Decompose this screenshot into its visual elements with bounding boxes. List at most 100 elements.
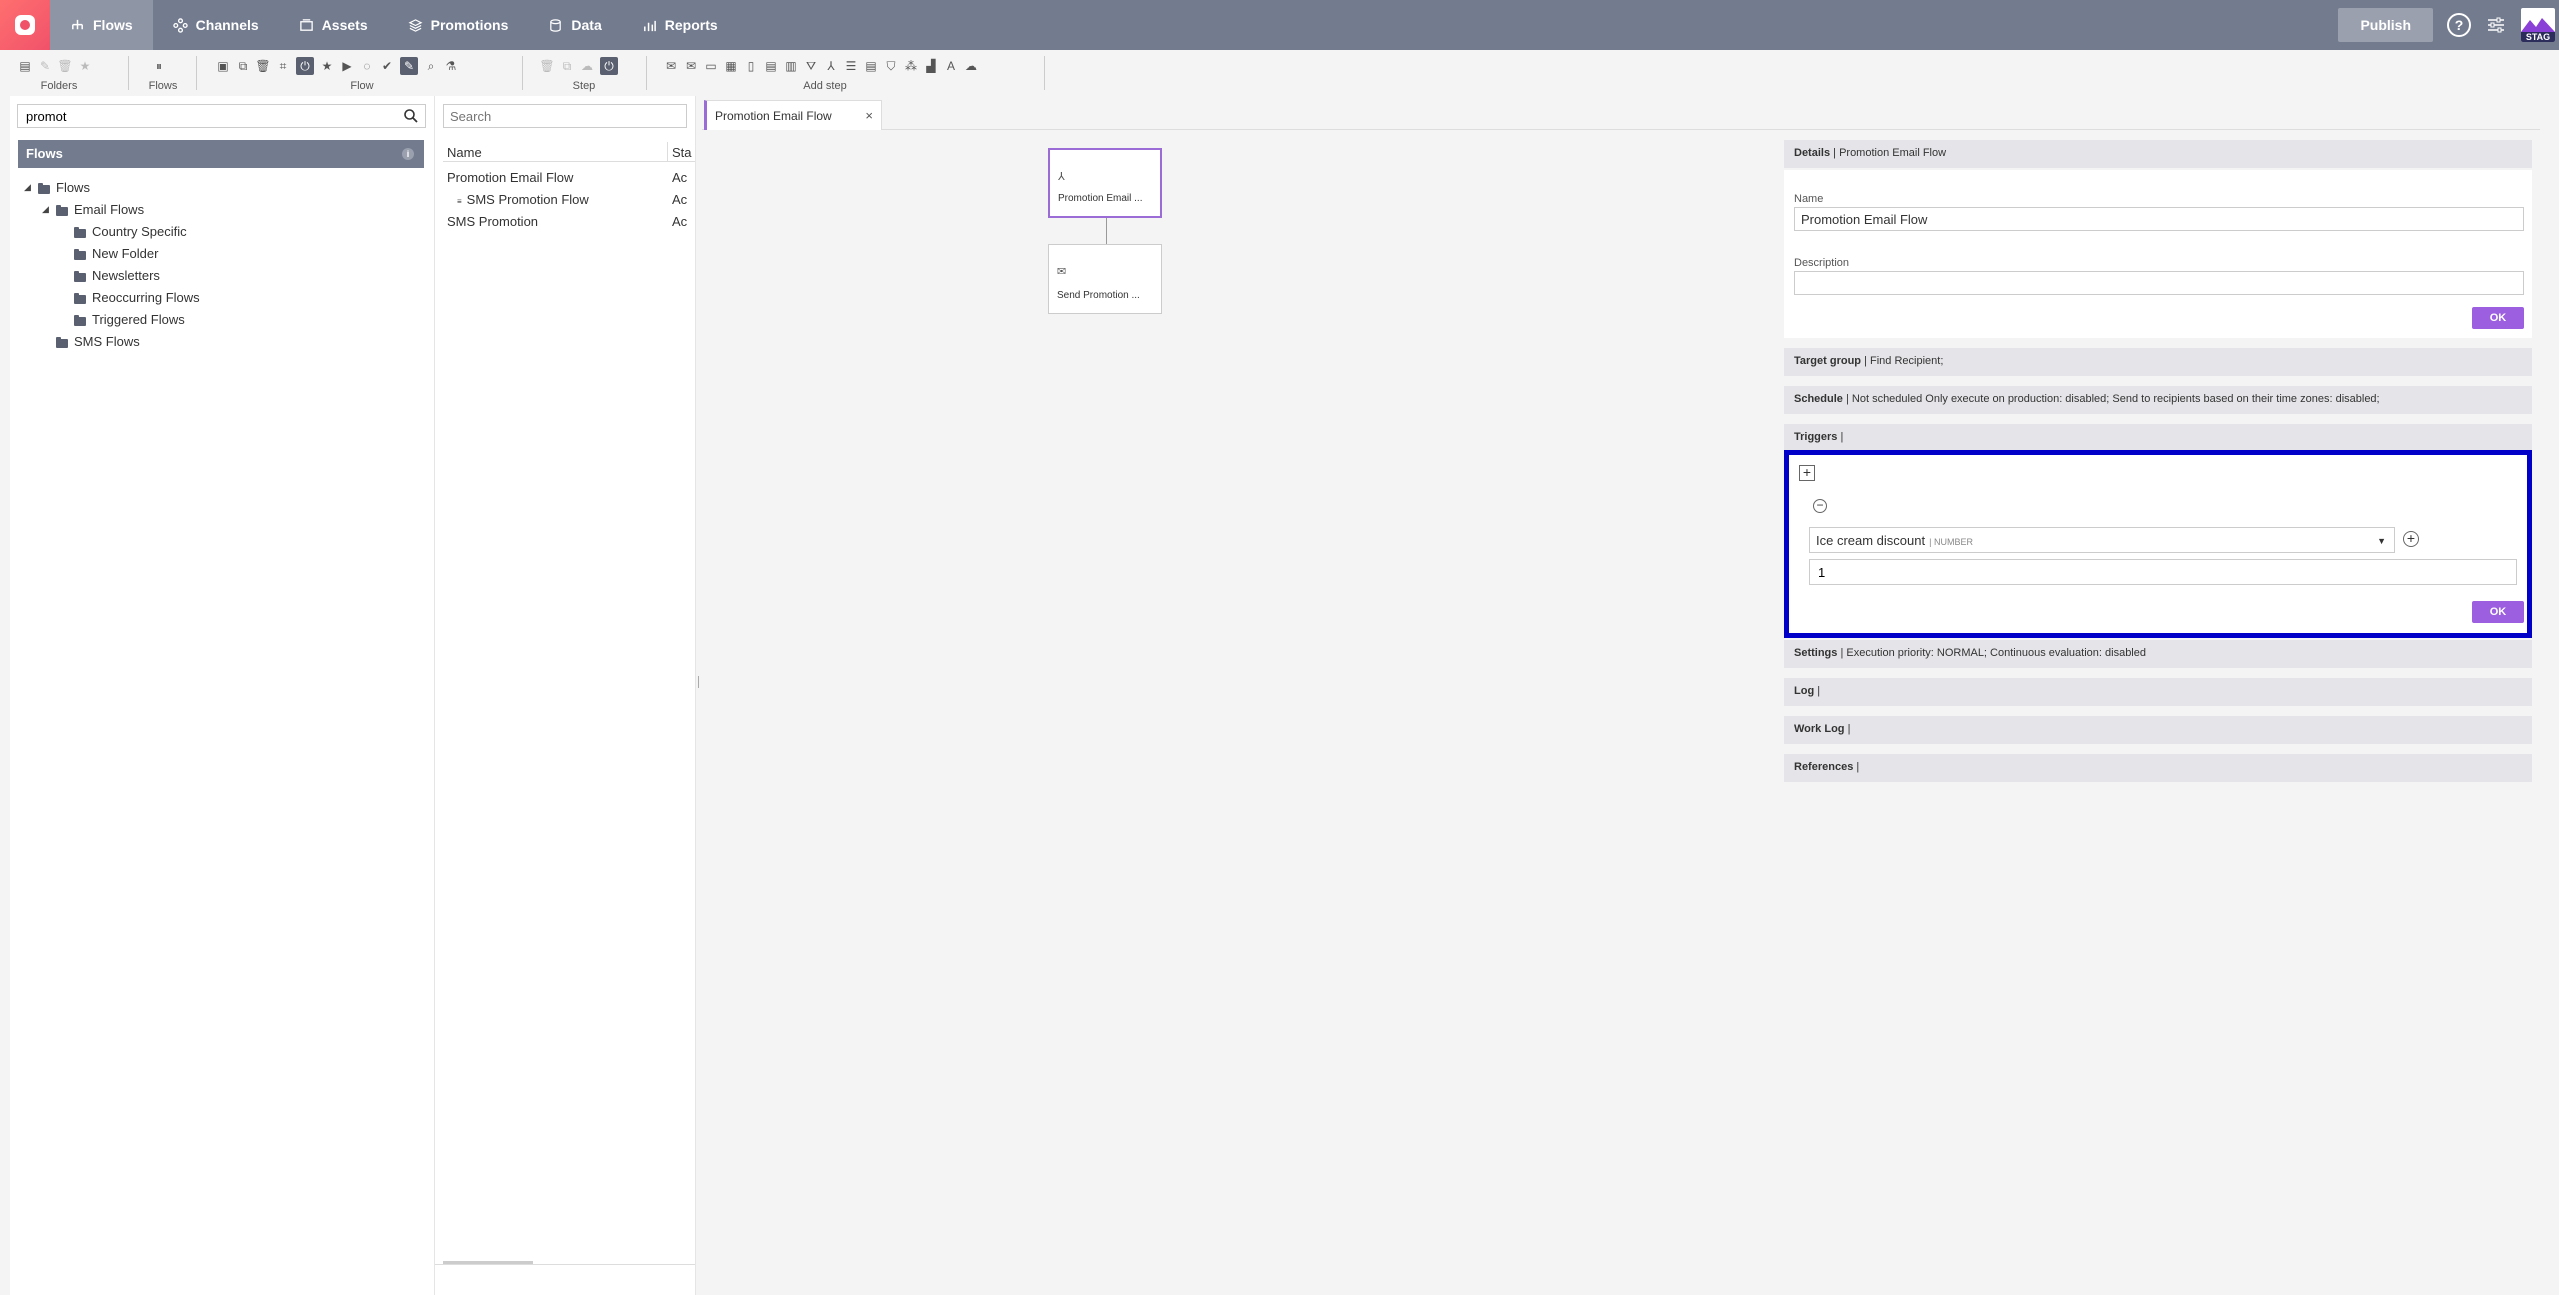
- nav-assets[interactable]: Assets: [279, 0, 388, 50]
- trash-icon[interactable]: 🗑: [255, 59, 270, 73]
- tree-node-label: Country Specific: [92, 223, 187, 239]
- details-ok-button[interactable]: OK: [2472, 307, 2524, 329]
- flow-node-start[interactable]: ⅄ Promotion Email ...: [1048, 148, 1162, 218]
- save-icon[interactable]: ▣: [216, 59, 230, 73]
- delete-icon[interactable]: 🗑: [57, 59, 72, 73]
- step-paste-icon[interactable]: ☁: [580, 59, 594, 73]
- add-page-icon[interactable]: ▭: [704, 59, 718, 73]
- trigger-field-select[interactable]: Ice cream discount | NUMBER ▼: [1809, 527, 2395, 553]
- flask-icon[interactable]: ⚗: [444, 59, 458, 73]
- tree-node-label: Email Flows: [74, 201, 145, 217]
- schedule-section-header[interactable]: Schedule | Not scheduled Only execute on…: [1784, 386, 2532, 414]
- nav-flows[interactable]: Flows: [50, 0, 153, 50]
- work-log-section-header[interactable]: Work Log |: [1784, 716, 2532, 744]
- environment-badge[interactable]: STAG: [2521, 8, 2555, 42]
- triggers-ok-button[interactable]: OK: [2472, 601, 2524, 623]
- power-icon[interactable]: ⏻: [296, 57, 314, 75]
- add-shield-icon[interactable]: ⛉: [884, 59, 898, 73]
- log-section-header[interactable]: Log |: [1784, 678, 2532, 706]
- details-section-header[interactable]: Details | Promotion Email Flow: [1784, 140, 2532, 168]
- nav-reports[interactable]: Reports: [622, 0, 738, 50]
- split-icon[interactable]: ⌗: [276, 59, 290, 73]
- flow-canvas[interactable]: ⅄ Promotion Email ... ✉ Send Promotion .…: [702, 131, 1782, 1291]
- close-icon[interactable]: ×: [865, 108, 873, 123]
- add-document-icon[interactable]: ▤: [864, 59, 878, 73]
- settings-sliders-icon[interactable]: [2485, 14, 2507, 36]
- check-icon[interactable]: ✔: [380, 59, 394, 73]
- name-input[interactable]: [1794, 207, 2524, 231]
- triggers-section-header[interactable]: Triggers |: [1784, 424, 2532, 452]
- add-sms-icon[interactable]: ✉: [684, 59, 698, 73]
- tree-node-triggered-flows[interactable]: Triggered Flows: [24, 308, 424, 330]
- new-file-icon[interactable]: ▤: [18, 59, 32, 73]
- bulb-icon[interactable]: ◌: [360, 59, 374, 73]
- tree-node-new-folder[interactable]: New Folder: [24, 242, 424, 264]
- tree-node-country-specific[interactable]: Country Specific: [24, 220, 424, 242]
- add-trigger-icon[interactable]: +: [1799, 465, 1815, 481]
- add-mobile-icon[interactable]: ▯: [744, 59, 758, 73]
- nav-flows-label: Flows: [93, 17, 133, 33]
- add-chart-icon[interactable]: ▟: [924, 59, 938, 73]
- add-cloud-icon[interactable]: ☁: [964, 59, 978, 73]
- nav-channels[interactable]: Channels: [153, 0, 279, 50]
- publish-button[interactable]: Publish: [2338, 8, 2433, 42]
- favorite-icon[interactable]: ★: [320, 59, 334, 73]
- name-label: Name: [1794, 193, 1824, 205]
- pause-icon[interactable]: ⏸: [152, 59, 166, 73]
- search-icon[interactable]: ⌕: [424, 59, 438, 73]
- trigger-value-input[interactable]: [1809, 559, 2517, 585]
- toolbar-group-label: Folders: [40, 80, 78, 92]
- tree-node-email-flows[interactable]: ◢ Email Flows: [24, 198, 424, 220]
- list-search-input[interactable]: [443, 104, 687, 128]
- star-icon[interactable]: ★: [78, 59, 92, 73]
- list-row[interactable]: Promotion Email Flow Ac: [443, 166, 695, 188]
- horizontal-scrollbar[interactable]: [443, 1261, 533, 1264]
- app-logo[interactable]: [0, 0, 50, 50]
- add-text-icon[interactable]: A: [944, 59, 958, 73]
- column-header-name[interactable]: Name: [443, 142, 668, 161]
- add-email-icon[interactable]: ✉: [664, 59, 678, 73]
- list-row[interactable]: ≡ SMS Promotion Flow Ac: [443, 188, 695, 210]
- edit-icon[interactable]: ✎: [38, 59, 52, 73]
- expand-arrow-icon[interactable]: ◢: [24, 182, 34, 193]
- section-value: Find Recipient;: [1870, 355, 1944, 367]
- help-icon[interactable]: ?: [2447, 13, 2471, 37]
- add-database-icon[interactable]: ☰: [844, 59, 858, 73]
- promotions-icon: [408, 18, 423, 32]
- add-condition-icon[interactable]: +: [2403, 531, 2419, 547]
- search-icon[interactable]: [403, 108, 419, 124]
- play-icon[interactable]: ▶: [340, 59, 354, 73]
- tree-node-label: New Folder: [92, 245, 159, 261]
- list-row[interactable]: SMS Promotion Ac: [443, 210, 695, 232]
- section-value: Execution priority: NORMAL; Continuous e…: [1846, 647, 2146, 659]
- info-icon[interactable]: i: [402, 148, 414, 160]
- tree-node-sms-flows[interactable]: SMS Flows: [24, 330, 424, 352]
- flow-node-send-email[interactable]: ✉ Send Promotion ...: [1048, 244, 1162, 314]
- tree-search-input[interactable]: [17, 104, 426, 128]
- add-notes-icon[interactable]: ▥: [784, 59, 798, 73]
- tree-node-label: Triggered Flows: [92, 311, 185, 327]
- tree-node-flows[interactable]: ◢ Flows: [24, 176, 424, 198]
- nav-data[interactable]: Data: [528, 0, 621, 50]
- step-copy-icon[interactable]: ⧉: [560, 59, 574, 73]
- tree-node-newsletters[interactable]: Newsletters: [24, 264, 424, 286]
- add-group-icon[interactable]: ⁂: [904, 59, 918, 73]
- step-power-icon[interactable]: ⏻: [600, 57, 618, 75]
- copy-icon[interactable]: ⧉: [236, 59, 250, 73]
- add-split-icon[interactable]: ⅄: [824, 59, 838, 73]
- add-layers-icon[interactable]: ▤: [764, 59, 778, 73]
- step-delete-icon[interactable]: 🗑: [539, 59, 554, 73]
- tab-promotion-email-flow[interactable]: Promotion Email Flow ×: [704, 100, 882, 130]
- expand-arrow-icon[interactable]: ◢: [42, 204, 52, 215]
- settings-section-header[interactable]: Settings | Execution priority: NORMAL; C…: [1784, 640, 2532, 668]
- nav-promotions[interactable]: Promotions: [388, 0, 529, 50]
- references-section-header[interactable]: References |: [1784, 754, 2532, 782]
- add-filter-icon[interactable]: ⛛: [804, 59, 818, 73]
- column-header-status[interactable]: Sta: [668, 142, 692, 161]
- target-group-section-header[interactable]: Target group | Find Recipient;: [1784, 348, 2532, 376]
- remove-condition-icon[interactable]: −: [1813, 499, 1827, 513]
- edit-mode-icon[interactable]: ✎: [400, 57, 418, 75]
- add-form-icon[interactable]: ▦: [724, 59, 738, 73]
- description-input[interactable]: [1794, 271, 2524, 295]
- tree-node-reoccurring-flows[interactable]: Reoccurring Flows: [24, 286, 424, 308]
